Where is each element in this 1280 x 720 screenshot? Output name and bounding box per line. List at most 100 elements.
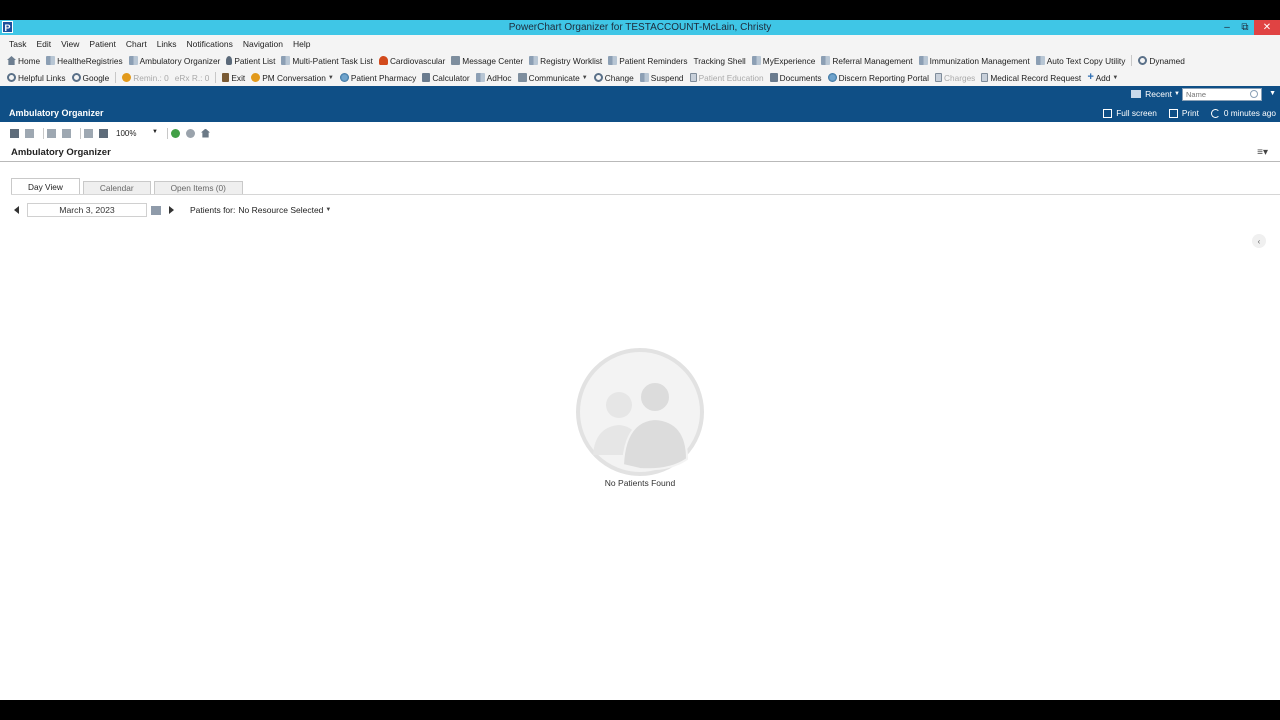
- toolbar-pm-conversation[interactable]: PM Conversation ▼: [248, 73, 337, 83]
- menu-task[interactable]: Task: [4, 39, 31, 49]
- menu-view[interactable]: View: [56, 39, 84, 49]
- calendar-icon[interactable]: [151, 205, 161, 215]
- previous-day-icon[interactable]: [14, 206, 19, 214]
- toolbar-discern-reporting-portal[interactable]: Discern Reporting Portal: [825, 73, 932, 83]
- toolbar-referral-management[interactable]: Referral Management: [818, 56, 915, 66]
- close-icon[interactable]: ✕: [1254, 20, 1280, 35]
- toolbar-cardiovascular[interactable]: Cardiovascular: [376, 56, 448, 66]
- mail-icon: [517, 73, 527, 82]
- toolbar-charges[interactable]: Charges: [932, 73, 978, 83]
- tab-open-items[interactable]: Open Items (0): [153, 181, 243, 195]
- toolbar-dynamed[interactable]: Dynamed: [1135, 56, 1188, 66]
- toolbar-primary: Home HealtheRegistries Ambulatory Organi…: [0, 52, 1280, 69]
- toolbar-suspend[interactable]: Suspend: [637, 73, 687, 83]
- binoculars-icon[interactable]: [10, 128, 19, 138]
- menu-notifications[interactable]: Notifications: [182, 39, 238, 49]
- tab-day-view[interactable]: Day View: [11, 178, 80, 195]
- toolbar-patient-education[interactable]: Patient Education: [687, 73, 767, 83]
- next-day-icon[interactable]: [169, 206, 174, 214]
- menu-help[interactable]: Help: [288, 39, 315, 49]
- recent-button[interactable]: Recent ▼: [1131, 89, 1180, 99]
- menu-patient[interactable]: Patient: [84, 39, 120, 49]
- tab-calendar[interactable]: Calendar: [82, 181, 151, 195]
- go-icon[interactable]: [171, 128, 180, 138]
- screen: P PowerChart Organizer for TESTACCOUNT-M…: [0, 0, 1280, 720]
- menu-navigation[interactable]: Navigation: [238, 39, 288, 49]
- toolbar-exit[interactable]: Exit: [219, 73, 248, 83]
- toolbar-discern-label: Discern Reporting Portal: [838, 72, 929, 83]
- toolbar-patient-pharmacy-label: Patient Pharmacy: [350, 72, 417, 83]
- chevron-down-icon[interactable]: ▼: [1269, 90, 1276, 97]
- toolbar-reminders-count[interactable]: Remin.: 0: [119, 73, 172, 83]
- toolbar-registry-worklist[interactable]: Registry Worklist: [526, 56, 605, 66]
- resource-selector[interactable]: Patients for: No Resource Selected ▼: [190, 205, 331, 215]
- toolbar-ambulatory-organizer-label: Ambulatory Organizer: [139, 55, 221, 66]
- refresh-button[interactable]: 0 minutes ago: [1210, 108, 1276, 118]
- toolbar-multi-patient-task-list[interactable]: Multi-Patient Task List: [278, 56, 376, 66]
- print-label: Print: [1181, 108, 1199, 118]
- toolbar-google[interactable]: Google: [69, 73, 113, 83]
- toolbar-change[interactable]: Change: [591, 73, 637, 83]
- grid-icon: [608, 56, 618, 65]
- change-icon: [593, 73, 603, 82]
- toolbar-adhoc[interactable]: AdHoc: [473, 73, 515, 83]
- copy-icon[interactable]: [62, 128, 71, 138]
- toolbar-message-center[interactable]: Message Center: [448, 56, 526, 66]
- stop-icon[interactable]: [186, 128, 195, 138]
- exit-door-icon: [222, 73, 230, 82]
- page-title: Ambulatory Organizer: [11, 147, 111, 158]
- full-screen-button[interactable]: Full screen: [1103, 108, 1157, 118]
- search-bar: Recent ▼ ▼: [0, 86, 1280, 104]
- search-icon[interactable]: [1250, 90, 1258, 98]
- toolbar-separator: [215, 72, 217, 83]
- zoom-out-icon[interactable]: [84, 128, 93, 138]
- toolbar-immunization-management[interactable]: Immunization Management: [916, 56, 1033, 66]
- restore-icon[interactable]: ⧉: [1236, 20, 1254, 35]
- zoom-select[interactable]: 100% ▼: [116, 129, 158, 138]
- toolbar-tracking-shell[interactable]: Tracking Shell: [691, 56, 749, 66]
- toolbar-healtheregistries[interactable]: HealtheRegistries: [43, 56, 125, 66]
- home-icon[interactable]: [201, 128, 210, 138]
- toolbar-auto-text-copy-utility[interactable]: Auto Text Copy Utility: [1033, 56, 1129, 66]
- toolbar-documents[interactable]: Documents: [767, 73, 825, 83]
- toolbar-medical-record-request[interactable]: Medical Record Request: [978, 73, 1084, 83]
- page-icon[interactable]: [25, 128, 34, 138]
- toolbar-home[interactable]: Home: [4, 56, 43, 66]
- toolbar-patient-list[interactable]: Patient List: [223, 56, 278, 66]
- grid-icon: [821, 56, 831, 65]
- window-title: PowerChart Organizer for TESTACCOUNT-McL…: [508, 22, 772, 33]
- date-field[interactable]: March 3, 2023: [27, 203, 147, 217]
- toolbar-referral-management-label: Referral Management: [832, 55, 913, 66]
- collapse-panel-icon[interactable]: ‹: [1252, 234, 1266, 248]
- menu-links[interactable]: Links: [152, 39, 182, 49]
- toolbar-patient-reminders[interactable]: Patient Reminders: [605, 56, 690, 66]
- mail-icon: [451, 56, 461, 65]
- toolbar-documents-label: Documents: [779, 72, 822, 83]
- menu-edit[interactable]: Edit: [31, 39, 56, 49]
- toolbar-myexperience[interactable]: MyExperience: [749, 56, 819, 66]
- toolbar-calculator[interactable]: Calculator: [419, 73, 472, 83]
- zoom-in-icon[interactable]: [99, 128, 108, 138]
- plus-icon: +: [1087, 71, 1094, 83]
- minimize-icon[interactable]: –: [1218, 20, 1236, 35]
- toolbar-communicate-label: Communicate: [528, 72, 580, 83]
- person-icon: [226, 56, 233, 65]
- toolbar-medical-record-label: Medical Record Request: [990, 72, 1082, 83]
- toolbar-add[interactable]: + Add ▼: [1084, 71, 1121, 83]
- document-icon: [689, 73, 697, 82]
- title-bar[interactable]: P PowerChart Organizer for TESTACCOUNT-M…: [0, 20, 1280, 35]
- toolbar-ambulatory-organizer[interactable]: Ambulatory Organizer: [126, 56, 224, 66]
- toolbar-helpful-links[interactable]: Helpful Links: [4, 73, 69, 83]
- toolbar-multi-patient-task-list-label: Multi-Patient Task List: [292, 55, 373, 66]
- print-button[interactable]: Print: [1168, 108, 1199, 118]
- resource-selected-value: No Resource Selected: [238, 205, 324, 215]
- full-screen-label: Full screen: [1116, 108, 1157, 118]
- print-page-icon[interactable]: [47, 128, 56, 138]
- organizer-header: Ambulatory Organizer Full screen Print 0…: [0, 104, 1280, 122]
- organizer-title: Ambulatory Organizer: [9, 108, 104, 118]
- toolbar-communicate[interactable]: Communicate ▼: [515, 73, 591, 83]
- toolbar-erx-count[interactable]: eRx R.: 0: [172, 73, 213, 83]
- options-menu-icon[interactable]: ≡▾: [1257, 147, 1268, 158]
- toolbar-patient-pharmacy[interactable]: Patient Pharmacy: [337, 73, 419, 83]
- menu-chart[interactable]: Chart: [121, 39, 152, 49]
